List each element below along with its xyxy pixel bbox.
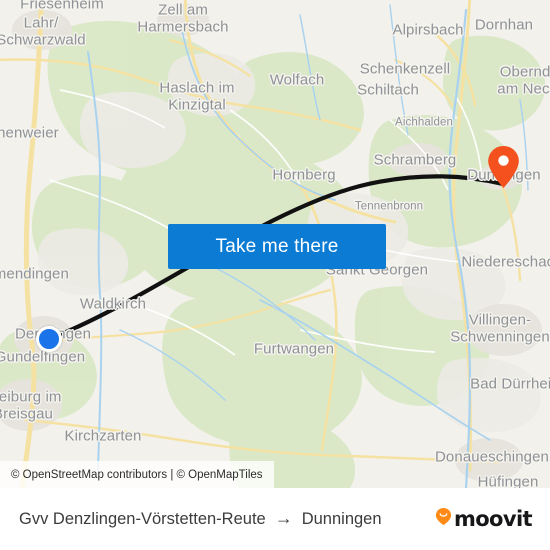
moovit-wordmark: moovit: [453, 507, 533, 531]
arrow-right-icon: →: [274, 508, 293, 528]
map-canvas[interactable]: Friesenheim Zell am Harmersbach Lahr/Schwar…: [0, 0, 550, 488]
map-pin-icon: [488, 146, 519, 188]
route-summary: Gvv Denzlingen-Vörstetten-Reute → Dunnin…: [19, 508, 382, 529]
destination-pin-marker[interactable]: [487, 145, 520, 189]
origin-dot-marker[interactable]: [36, 326, 62, 352]
route-origin-label: Gvv Denzlingen-Vörstetten-Reute: [19, 509, 266, 528]
map-share-card: Friesenheim Zell am Harmersbach Lahr/Schwar…: [0, 0, 550, 550]
take-me-there-button[interactable]: Take me there: [168, 224, 386, 269]
moovit-logo[interactable]: moovit: [435, 507, 533, 531]
route-destination-label: Dunningen: [301, 509, 382, 528]
moovit-pin-icon: [435, 507, 452, 531]
map-attribution: © OpenStreetMap contributors | © OpenMap…: [0, 461, 274, 488]
footer-bar: Gvv Denzlingen-Vörstetten-Reute → Dunnin…: [0, 488, 550, 550]
attribution-text[interactable]: © OpenStreetMap contributors | © OpenMap…: [11, 469, 263, 481]
